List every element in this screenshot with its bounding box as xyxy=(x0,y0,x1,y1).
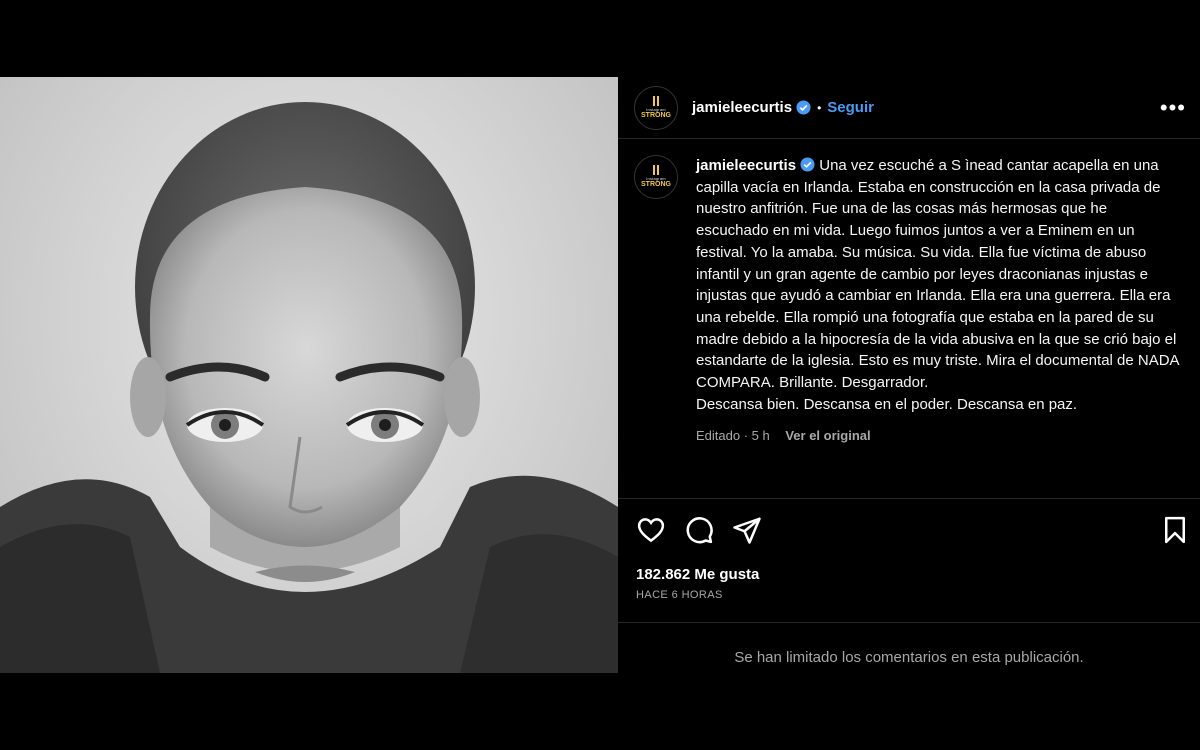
divider xyxy=(618,622,1200,623)
action-bar xyxy=(636,515,1186,545)
post-timestamp: HACE 6 HORAS xyxy=(636,589,723,601)
verified-badge-icon xyxy=(796,100,811,115)
caption-username[interactable]: jamieleecurtis xyxy=(696,157,796,174)
instagram-post: Instagram STRONG jamieleecurtis • Seguir… xyxy=(0,77,1200,673)
see-original-link[interactable]: Ver el original xyxy=(785,428,870,443)
avatar-brand-strong: STRONG xyxy=(641,181,671,188)
verified-badge-icon xyxy=(800,157,815,172)
share-icon[interactable] xyxy=(732,515,762,545)
portrait-illustration xyxy=(0,102,618,673)
caption-avatar[interactable]: Instagram STRONG xyxy=(634,155,678,199)
post-side-panel: Instagram STRONG jamieleecurtis • Seguir… xyxy=(618,77,1200,673)
bookmark-icon[interactable] xyxy=(1160,515,1190,545)
caption-text: Una vez escuché a S ìnead cantar acapell… xyxy=(696,157,1179,413)
brand-figure-icon xyxy=(653,95,659,106)
avatar[interactable]: Instagram STRONG xyxy=(634,85,678,130)
caption-text-container: jamieleecurtis Una vez escuché a S ìnead… xyxy=(696,155,1182,415)
separator-dot: • xyxy=(817,100,822,115)
post-header: Instagram STRONG jamieleecurtis • Seguir… xyxy=(618,77,1200,139)
divider xyxy=(618,498,1200,499)
caption-meta: Editado · 5 h Ver el original xyxy=(696,425,1182,447)
brand-figure-icon xyxy=(653,165,659,175)
edited-time: Editado · 5 h xyxy=(696,428,770,444)
post-photo[interactable] xyxy=(0,77,618,673)
header-username[interactable]: jamieleecurtis xyxy=(692,99,792,116)
caption-block: Instagram STRONG jamieleecurtis Una vez … xyxy=(634,155,1194,447)
heart-icon[interactable] xyxy=(636,515,666,545)
more-options-icon[interactable]: ••• xyxy=(1160,95,1186,121)
follow-button[interactable]: Seguir xyxy=(827,99,874,116)
caption: jamieleecurtis Una vez escuché a S ìnead… xyxy=(696,155,1182,447)
comments-limited-notice: Se han limitado los comentarios en esta … xyxy=(734,649,1084,666)
avatar-brand-strong: STRONG xyxy=(641,111,671,119)
likes-count[interactable]: 182.862 Me gusta xyxy=(636,566,759,583)
comment-icon[interactable] xyxy=(684,515,714,545)
